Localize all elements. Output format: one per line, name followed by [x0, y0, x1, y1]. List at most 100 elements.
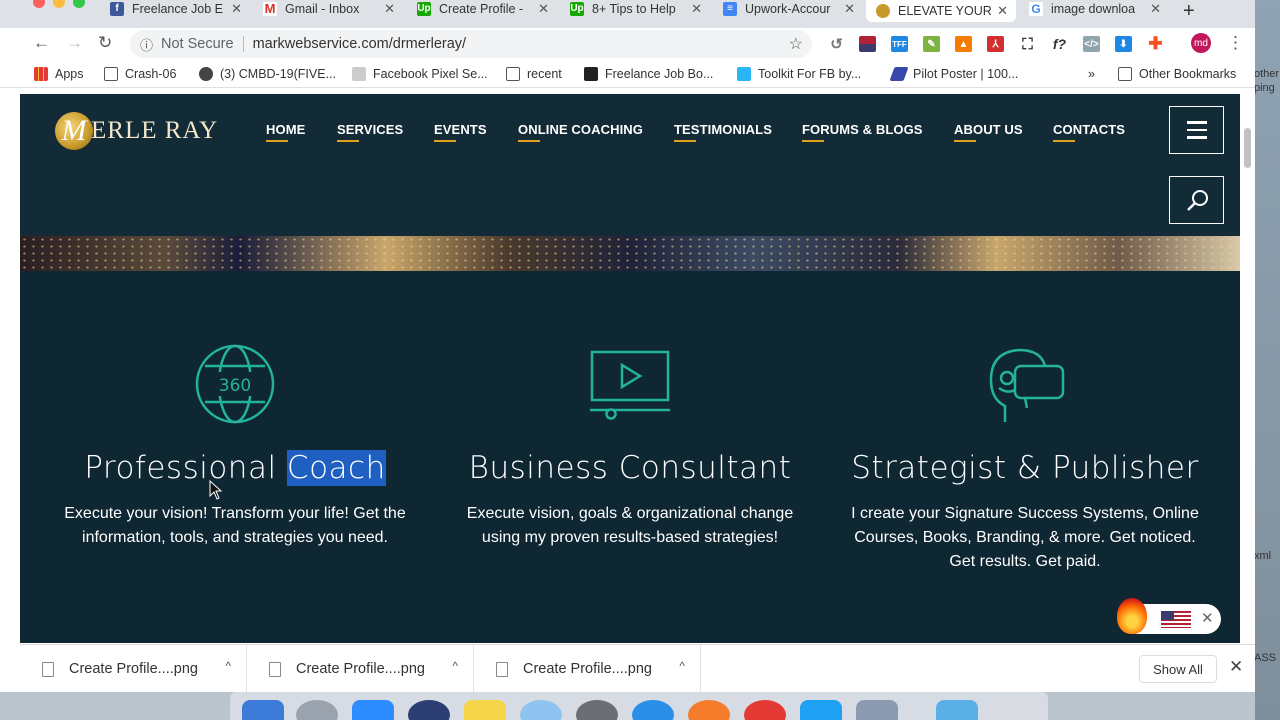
notes-dock-icon[interactable]: [464, 700, 506, 720]
history-extension-icon[interactable]: ↺: [828, 36, 845, 53]
page-scrollbar[interactable]: [1240, 94, 1255, 643]
close-shelf-icon[interactable]: ✕: [1229, 657, 1243, 677]
flag-extension-icon[interactable]: [859, 36, 876, 52]
bookmark-freelance[interactable]: Freelance Job Bo...: [584, 67, 713, 81]
close-widget-icon[interactable]: ✕: [1201, 609, 1214, 627]
download-extension-icon[interactable]: ⬇: [1115, 36, 1132, 52]
selected-text: Coach: [286, 450, 386, 486]
tab-create-profile[interactable]: Up Create Profile - ✕: [417, 0, 557, 17]
menu-kebab-icon[interactable]: ⋮: [1227, 33, 1244, 53]
firefox-dock-icon[interactable]: [688, 700, 730, 720]
zoom-dock-icon[interactable]: [352, 700, 394, 720]
zoom-window-button[interactable]: [73, 0, 85, 8]
chrome-dock-icon[interactable]: [744, 700, 786, 720]
new-tab-button[interactable]: +: [1183, 0, 1195, 23]
globe-360-label: 360: [219, 376, 251, 396]
download-item[interactable]: Create Profile....png ^: [247, 645, 474, 693]
nav-home[interactable]: HOME: [266, 122, 305, 142]
close-tab-icon[interactable]: ✕: [997, 3, 1008, 19]
font-extension-icon[interactable]: f?: [1051, 36, 1068, 52]
language-widget[interactable]: ✕: [1117, 598, 1221, 634]
hamburger-line: [1186, 121, 1207, 124]
preview-dock-icon[interactable]: [856, 700, 898, 720]
close-tab-icon[interactable]: ✕: [691, 1, 702, 17]
close-tab-icon[interactable]: ✕: [231, 1, 242, 17]
download-filename: Create Profile....png: [296, 661, 425, 677]
nav-forums-blogs[interactable]: FORUMS & BLOGS: [802, 122, 923, 142]
nav-events[interactable]: EVENTS: [434, 122, 487, 142]
pilot-icon: [889, 67, 909, 81]
profile-avatar[interactable]: md: [1191, 33, 1211, 53]
nav-services[interactable]: SERVICES: [337, 122, 403, 142]
bookmark-pilot-poster[interactable]: Pilot Poster | 100...: [889, 67, 1018, 81]
tab-upwork-account[interactable]: ≡ Upwork-Accour ✕: [723, 0, 863, 17]
bookmark-toolkit[interactable]: Toolkit For FB by...: [737, 67, 861, 81]
tab-gmail[interactable]: M Gmail - Inbox ✕: [263, 0, 403, 17]
bookmark-apps[interactable]: Apps: [34, 67, 84, 81]
chevron-up-icon[interactable]: ^: [452, 659, 458, 673]
nav-testimonials[interactable]: TESTIMONIALS: [674, 122, 772, 142]
bookmark-cmbd[interactable]: (3) CMBD-19(FIVE...: [199, 67, 336, 81]
scrollbar-thumb[interactable]: [1244, 128, 1251, 168]
tab-tips[interactable]: Up 8+ Tips to Help ✕: [570, 0, 710, 17]
finder-dock-icon[interactable]: [242, 700, 284, 720]
bookmark-star-icon[interactable]: ☆: [789, 34, 803, 54]
info-icon[interactable]: ⓘ: [140, 35, 153, 54]
feature-description: Execute vision, goals & organizational c…: [466, 505, 794, 546]
download-item[interactable]: Create Profile....png ^: [474, 645, 701, 693]
site-header: M ERLE RAY HOME SERVICES EVENTS ONLINE C…: [20, 94, 1240, 236]
nav-contacts[interactable]: CONTACTS: [1053, 122, 1125, 142]
facebook-favicon-icon: f: [110, 1, 124, 16]
app-dock-icon[interactable]: [408, 700, 450, 720]
close-window-button[interactable]: [33, 0, 45, 8]
download-item[interactable]: Create Profile....png ^: [20, 645, 247, 693]
security-label: Not Secure: [161, 36, 234, 52]
bookmarks-overflow-icon[interactable]: »: [1088, 67, 1095, 81]
feature-title-text: Strategist & Publisher: [851, 450, 1199, 486]
folder-dock-icon[interactable]: [936, 700, 978, 720]
show-all-button[interactable]: Show All: [1139, 655, 1217, 683]
search-button[interactable]: [1169, 176, 1224, 224]
bookmark-crash[interactable]: Crash-06: [104, 67, 176, 81]
nav-about-us[interactable]: ABOUT US: [954, 122, 1023, 142]
url-text[interactable]: markwebservice.com/drmerleray/: [253, 36, 467, 52]
back-icon[interactable]: ←: [33, 33, 50, 53]
close-tab-icon[interactable]: ✕: [844, 1, 855, 17]
bookmark-other[interactable]: Other Bookmarks: [1118, 67, 1236, 81]
tab-image-download[interactable]: G image downloa ✕: [1029, 0, 1169, 17]
tab-freelance-job[interactable]: f Freelance Job E ✕: [110, 0, 250, 17]
site-logo[interactable]: M ERLE RAY: [55, 112, 225, 150]
reload-icon[interactable]: ↻: [98, 33, 112, 53]
puzzle-extension-icon[interactable]: ✚: [1147, 34, 1164, 53]
tab-elevate-your[interactable]: ELEVATE YOUR ✕: [866, 0, 1016, 22]
image-extension-icon[interactable]: ▲: [955, 36, 972, 52]
pdf-extension-icon[interactable]: ⅄: [987, 36, 1004, 52]
safari-dock-icon[interactable]: [632, 700, 674, 720]
tab-title: Gmail - Inbox: [285, 1, 360, 16]
nav-online-coaching[interactable]: ONLINE COACHING: [518, 122, 643, 142]
chevron-up-icon[interactable]: ^: [679, 659, 685, 673]
trash-dock-icon[interactable]: [996, 700, 1038, 720]
hamburger-menu-button[interactable]: [1169, 106, 1224, 154]
bookmark-fb-pixel[interactable]: Facebook Pixel Se...: [352, 67, 488, 81]
screenshot-extension-icon[interactable]: ⛶: [1019, 36, 1036, 53]
system-preferences-dock-icon[interactable]: [576, 700, 618, 720]
pen-extension-icon[interactable]: ✎: [923, 36, 940, 52]
messenger-dock-icon[interactable]: [520, 700, 562, 720]
minimize-window-button[interactable]: [53, 0, 65, 8]
code-extension-icon[interactable]: </>: [1083, 36, 1100, 52]
address-bar[interactable]: ⓘ Not Secure markwebservice.com/drmerler…: [130, 30, 812, 58]
close-tab-icon[interactable]: ✕: [384, 1, 395, 17]
bookmark-recent[interactable]: recent: [506, 67, 562, 81]
logo-text: ERLE RAY: [91, 117, 219, 144]
page-icon: [352, 67, 366, 81]
folder-icon: [104, 67, 118, 81]
close-tab-icon[interactable]: ✕: [1150, 1, 1161, 17]
skype-dock-icon[interactable]: [800, 700, 842, 720]
forward-icon[interactable]: →: [66, 33, 83, 53]
close-tab-icon[interactable]: ✕: [538, 1, 549, 17]
launchpad-dock-icon[interactable]: [296, 700, 338, 720]
site-favicon-icon: [876, 4, 890, 18]
chevron-up-icon[interactable]: ^: [225, 659, 231, 673]
tff-extension-icon[interactable]: TFF: [891, 36, 908, 52]
